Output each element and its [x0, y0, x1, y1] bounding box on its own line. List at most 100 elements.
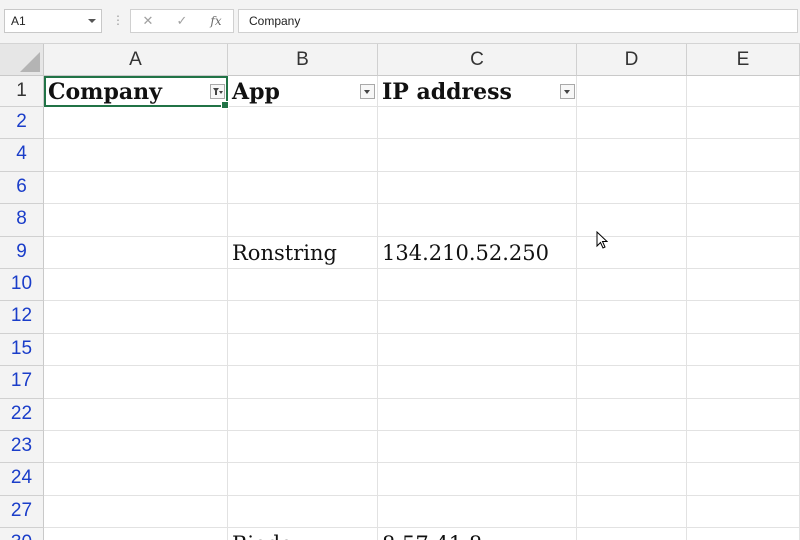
- cell-c30[interactable]: 8.57.41.8: [378, 528, 577, 540]
- cell-c8[interactable]: [378, 204, 577, 237]
- cell-d27[interactable]: [577, 496, 687, 528]
- row-header-10[interactable]: 10: [0, 269, 44, 301]
- cell-b9[interactable]: Ronstring: [228, 237, 378, 269]
- cell-b23[interactable]: [228, 431, 378, 463]
- cell-c4[interactable]: [378, 139, 577, 172]
- cell-c2[interactable]: [378, 107, 577, 139]
- cell-e1[interactable]: [687, 76, 800, 107]
- filter-active-icon[interactable]: [210, 84, 225, 99]
- row-header-24[interactable]: 24: [0, 463, 44, 496]
- cell-d8[interactable]: [577, 204, 687, 237]
- cell-e30[interactable]: [687, 528, 800, 540]
- cell-a15[interactable]: [44, 334, 228, 366]
- header-cell-app[interactable]: App: [228, 76, 378, 107]
- cell-e2[interactable]: [687, 107, 800, 139]
- row-header-27[interactable]: 27: [0, 496, 44, 528]
- cell-c17[interactable]: [378, 366, 577, 399]
- row-header-9[interactable]: 9: [0, 237, 44, 269]
- cell-e27[interactable]: [687, 496, 800, 528]
- filter-dropdown-icon[interactable]: [360, 84, 375, 99]
- column-header-e[interactable]: E: [687, 44, 800, 76]
- row-header-30[interactable]: 30: [0, 528, 44, 540]
- formula-input[interactable]: Company: [238, 9, 798, 33]
- row-header-22[interactable]: 22: [0, 399, 44, 431]
- cell-e23[interactable]: [687, 431, 800, 463]
- enter-icon[interactable]: ✓: [171, 13, 193, 29]
- column-header-d[interactable]: D: [577, 44, 687, 76]
- cell-c12[interactable]: [378, 301, 577, 334]
- cell-b4[interactable]: [228, 139, 378, 172]
- cell-c27[interactable]: [378, 496, 577, 528]
- row-header-4[interactable]: 4: [0, 139, 44, 172]
- cell-a2[interactable]: [44, 107, 228, 139]
- cell-d22[interactable]: [577, 399, 687, 431]
- cell-b6[interactable]: [228, 172, 378, 204]
- cell-a17[interactable]: [44, 366, 228, 399]
- cell-b10[interactable]: [228, 269, 378, 301]
- cell-a24[interactable]: [44, 463, 228, 496]
- cell-a8[interactable]: [44, 204, 228, 237]
- cell-d10[interactable]: [577, 269, 687, 301]
- cell-d15[interactable]: [577, 334, 687, 366]
- cell-e17[interactable]: [687, 366, 800, 399]
- row-header-1[interactable]: 1: [0, 76, 44, 107]
- select-all-button[interactable]: [0, 44, 44, 76]
- cell-e6[interactable]: [687, 172, 800, 204]
- row-header-15[interactable]: 15: [0, 334, 44, 366]
- cancel-icon[interactable]: ✕: [137, 13, 159, 29]
- cell-d17[interactable]: [577, 366, 687, 399]
- cell-a22[interactable]: [44, 399, 228, 431]
- cell-b12[interactable]: [228, 301, 378, 334]
- cell-e9[interactable]: [687, 237, 800, 269]
- row-header-8[interactable]: 8: [0, 204, 44, 237]
- cell-a9[interactable]: [44, 237, 228, 269]
- cell-a4[interactable]: [44, 139, 228, 172]
- cell-d4[interactable]: [577, 139, 687, 172]
- cell-d6[interactable]: [577, 172, 687, 204]
- cell-e24[interactable]: [687, 463, 800, 496]
- cell-d9[interactable]: [577, 237, 687, 269]
- cell-b24[interactable]: [228, 463, 378, 496]
- cell-b17[interactable]: [228, 366, 378, 399]
- cell-e8[interactable]: [687, 204, 800, 237]
- filter-dropdown-icon[interactable]: [560, 84, 575, 99]
- cell-c15[interactable]: [378, 334, 577, 366]
- column-header-b[interactable]: B: [228, 44, 378, 76]
- cell-b27[interactable]: [228, 496, 378, 528]
- chevron-down-icon[interactable]: [88, 19, 96, 23]
- cell-a27[interactable]: [44, 496, 228, 528]
- cell-b30[interactable]: Biodex: [228, 528, 378, 540]
- cell-d2[interactable]: [577, 107, 687, 139]
- cell-e12[interactable]: [687, 301, 800, 334]
- fill-handle[interactable]: [221, 101, 229, 109]
- cell-b22[interactable]: [228, 399, 378, 431]
- name-box[interactable]: A1: [4, 9, 102, 33]
- header-cell-company[interactable]: Company: [44, 76, 228, 107]
- cell-a6[interactable]: [44, 172, 228, 204]
- cell-d1[interactable]: [577, 76, 687, 107]
- cell-d24[interactable]: [577, 463, 687, 496]
- cell-c23[interactable]: [378, 431, 577, 463]
- cell-c6[interactable]: [378, 172, 577, 204]
- cell-e15[interactable]: [687, 334, 800, 366]
- cell-a23[interactable]: [44, 431, 228, 463]
- cell-e4[interactable]: [687, 139, 800, 172]
- row-header-2[interactable]: 2: [0, 107, 44, 139]
- cell-a12[interactable]: [44, 301, 228, 334]
- row-header-6[interactable]: 6: [0, 172, 44, 204]
- cell-b2[interactable]: [228, 107, 378, 139]
- cell-a30[interactable]: [44, 528, 228, 540]
- cell-e22[interactable]: [687, 399, 800, 431]
- cell-c9[interactable]: 134.210.52.250: [378, 237, 577, 269]
- cell-b8[interactable]: [228, 204, 378, 237]
- column-header-a[interactable]: A: [44, 44, 228, 76]
- cell-a10[interactable]: [44, 269, 228, 301]
- row-header-23[interactable]: 23: [0, 431, 44, 463]
- cell-d12[interactable]: [577, 301, 687, 334]
- insert-function-icon[interactable]: fx: [205, 13, 227, 29]
- cell-c24[interactable]: [378, 463, 577, 496]
- header-cell-ip-address[interactable]: IP address: [378, 76, 577, 107]
- cell-e10[interactable]: [687, 269, 800, 301]
- cell-d30[interactable]: [577, 528, 687, 540]
- column-header-c[interactable]: C: [378, 44, 577, 76]
